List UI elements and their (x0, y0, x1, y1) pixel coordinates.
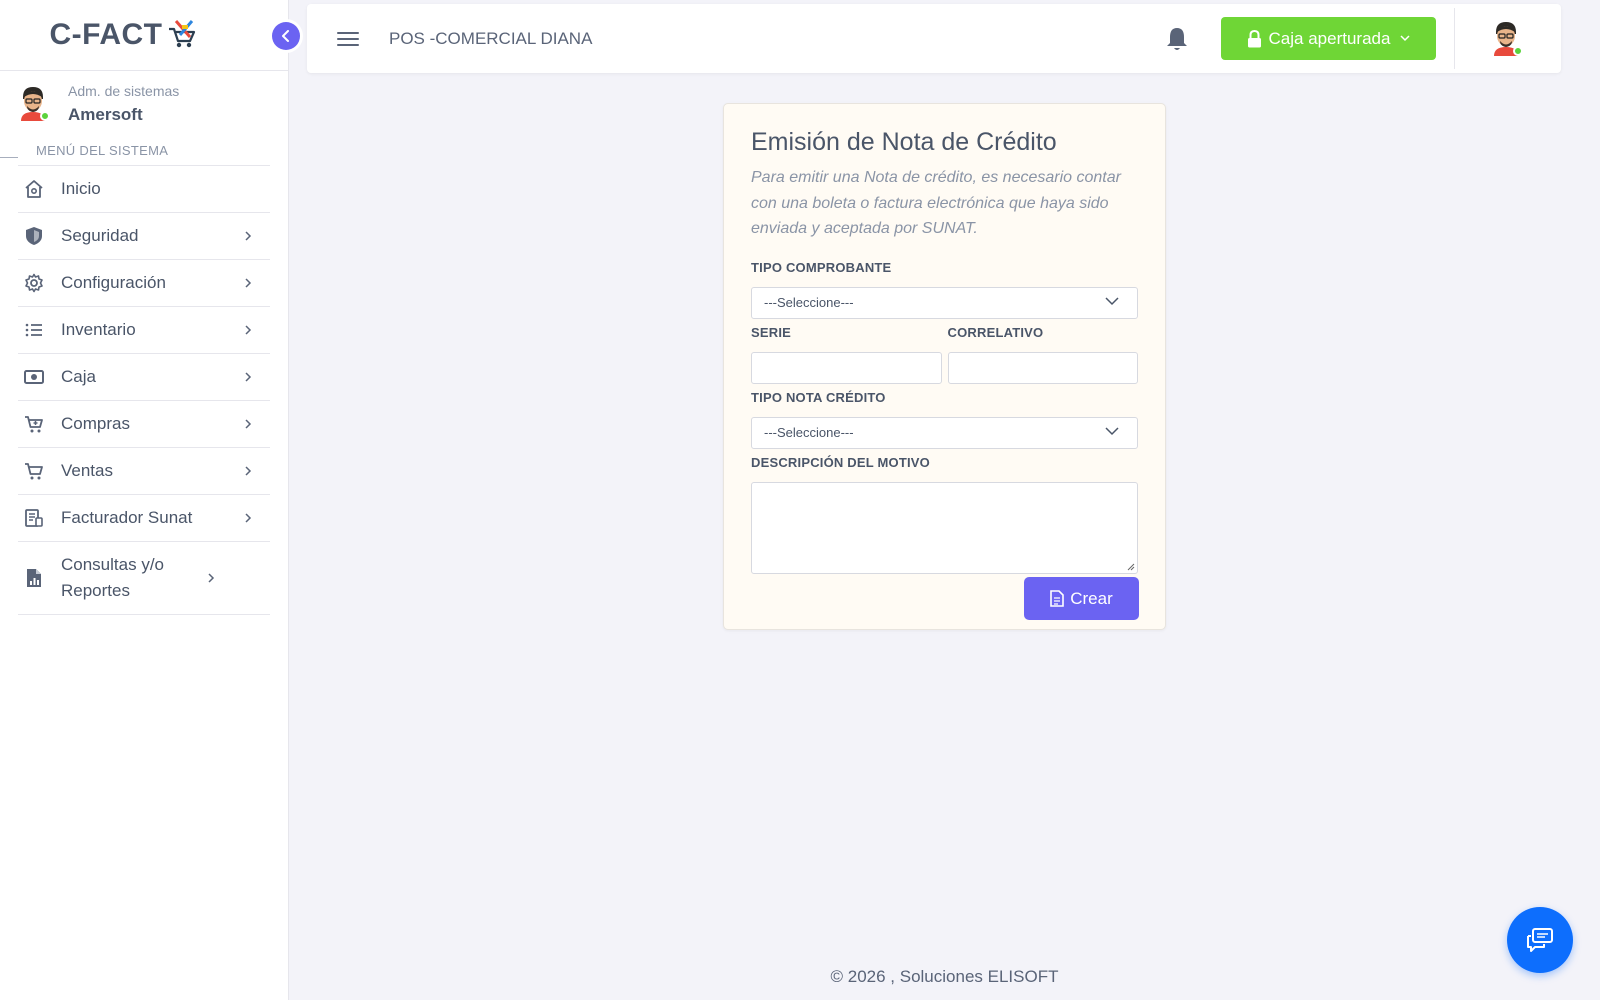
hamburger-line (337, 37, 359, 40)
sidebar-item-ventas[interactable]: Ventas (18, 448, 270, 495)
serie-input[interactable] (751, 351, 942, 384)
info-note: Para emitir una Nota de crédito, es nece… (751, 169, 1121, 237)
hamburger-line (337, 43, 359, 46)
notifications-button[interactable] (1163, 25, 1191, 53)
correlativo-label: CORRELATIVO (947, 324, 1044, 340)
cash-icon (23, 366, 45, 388)
chevron-right-icon (238, 324, 258, 336)
bell-icon (1167, 27, 1187, 50)
chevron-down-icon (1105, 296, 1119, 305)
invoice-icon (23, 507, 45, 529)
caja-status-label: Caja aperturada (1268, 28, 1391, 48)
chevron-left-icon (282, 30, 289, 42)
caja-status-button[interactable]: Caja aperturada (1221, 17, 1436, 60)
sidebar-item-label: Consultas y/o Reportes (61, 555, 164, 600)
gear-icon (23, 272, 45, 294)
sidebar-item-label: Compras (61, 414, 130, 433)
correlativo-group: CORRELATIVO (947, 324, 1138, 384)
report-icon (23, 567, 45, 589)
sidebar-item-seguridad[interactable]: Seguridad (18, 213, 270, 260)
online-status-dot (1513, 45, 1523, 56)
hamburger-line (337, 31, 359, 34)
sidebar: C-FACT Adm. de sistemas Amersoft MENÚ DE… (0, 0, 300, 1000)
topbar: POS -COMERCIAL DIANA Caja aperturada (307, 4, 1561, 73)
sidebar-item-caja[interactable]: Caja (18, 354, 270, 401)
tipo-comprobante-select[interactable]: ---Seleccione--- (751, 286, 1138, 319)
tipo-nota-label: TIPO NOTA CRÉDITO (751, 389, 886, 405)
sidebar-item-label: Facturador Sunat (61, 508, 193, 527)
lock-icon (1247, 29, 1261, 47)
divider (1454, 8, 1455, 69)
crear-button[interactable]: Crear (1024, 577, 1139, 620)
descripcion-label: DESCRIPCIÓN DEL MOTIVO (751, 454, 930, 470)
sidebar-item-label: Ventas (61, 461, 113, 480)
sidebar-item-configuracion[interactable]: Configuración (18, 260, 270, 307)
menu-header: MENÚ DEL SISTEMA (0, 143, 288, 165)
sidebar-item-compras[interactable]: Compras (18, 401, 270, 448)
chat-icon (1527, 928, 1553, 952)
cart-plus-icon (23, 413, 45, 435)
sidebar-collapse-button[interactable] (272, 22, 300, 50)
serie-label: SERIE (751, 324, 792, 340)
user-role: Adm. de sistemas (68, 83, 180, 99)
sidebar-item-label: Caja (61, 367, 96, 386)
sidebar-item-facturador-sunat[interactable]: Facturador Sunat (18, 495, 270, 542)
sidebar-menu: Inicio Seguridad Configuración Inventari… (18, 165, 270, 615)
sidebar-item-consultas-reportes[interactable]: Consultas y/o Reportes (18, 542, 270, 615)
chevron-right-icon (238, 512, 258, 524)
document-icon (1050, 590, 1065, 607)
store-name: POS -COMERCIAL DIANA (389, 28, 593, 48)
footer: © 2026 , Soluciones ELISOFT (830, 967, 1059, 986)
chevron-down-icon (1400, 35, 1410, 42)
chat-button[interactable] (1507, 907, 1573, 973)
user-avatar-button[interactable] (1491, 20, 1523, 58)
sidebar-item-label: Inicio (61, 179, 101, 198)
avatar[interactable] (18, 85, 50, 123)
chevron-right-icon (238, 371, 258, 383)
select-value: ---Seleccione--- (764, 425, 854, 440)
chevron-right-icon (238, 465, 258, 477)
online-status-dot (40, 111, 50, 121)
list-icon (23, 319, 45, 341)
home-icon (23, 178, 45, 200)
select-value: ---Seleccione--- (764, 295, 854, 310)
brand-name: C-FACT (49, 18, 163, 51)
cart-logo-icon (169, 20, 196, 48)
nota-credito-card: Emisión de Nota de Crédito Para emitir u… (723, 103, 1166, 630)
cart-icon (23, 460, 45, 482)
chevron-right-icon (238, 230, 258, 242)
sidebar-item-label: Seguridad (61, 226, 139, 245)
brand-logo[interactable]: C-FACT (50, 18, 199, 52)
user-box: Adm. de sistemas Amersoft (0, 71, 288, 151)
serie-group: SERIE (751, 325, 942, 384)
chevron-right-icon (201, 572, 221, 584)
descripcion-textarea[interactable] (751, 481, 1138, 574)
sidebar-item-label: Inventario (61, 320, 136, 339)
sidebar-item-inicio[interactable]: Inicio (18, 166, 270, 213)
tipo-nota-select[interactable]: ---Seleccione--- (751, 416, 1138, 449)
serie-correlativo-row: SERIE CORRELATIVO (751, 325, 1138, 384)
chevron-down-icon (1105, 426, 1119, 435)
page-title: Emisión de Nota de Crédito (751, 128, 1057, 156)
sidebar-item-label: Configuración (61, 273, 166, 292)
shield-icon (23, 225, 45, 247)
chevron-right-icon (238, 277, 258, 289)
user-info: Adm. de sistemas Amersoft (68, 83, 179, 151)
sidebar-item-inventario[interactable]: Inventario (18, 307, 270, 354)
resize-handle-icon[interactable] (1127, 563, 1135, 571)
crear-label: Crear (1070, 588, 1113, 608)
correlativo-input[interactable] (947, 351, 1138, 384)
hamburger-menu-button[interactable] (337, 28, 359, 50)
user-name: Amersoft (68, 105, 143, 124)
tipo-comprobante-label: TIPO COMPROBANTE (751, 259, 892, 275)
brand: C-FACT (0, 0, 300, 71)
chevron-right-icon (238, 418, 258, 430)
